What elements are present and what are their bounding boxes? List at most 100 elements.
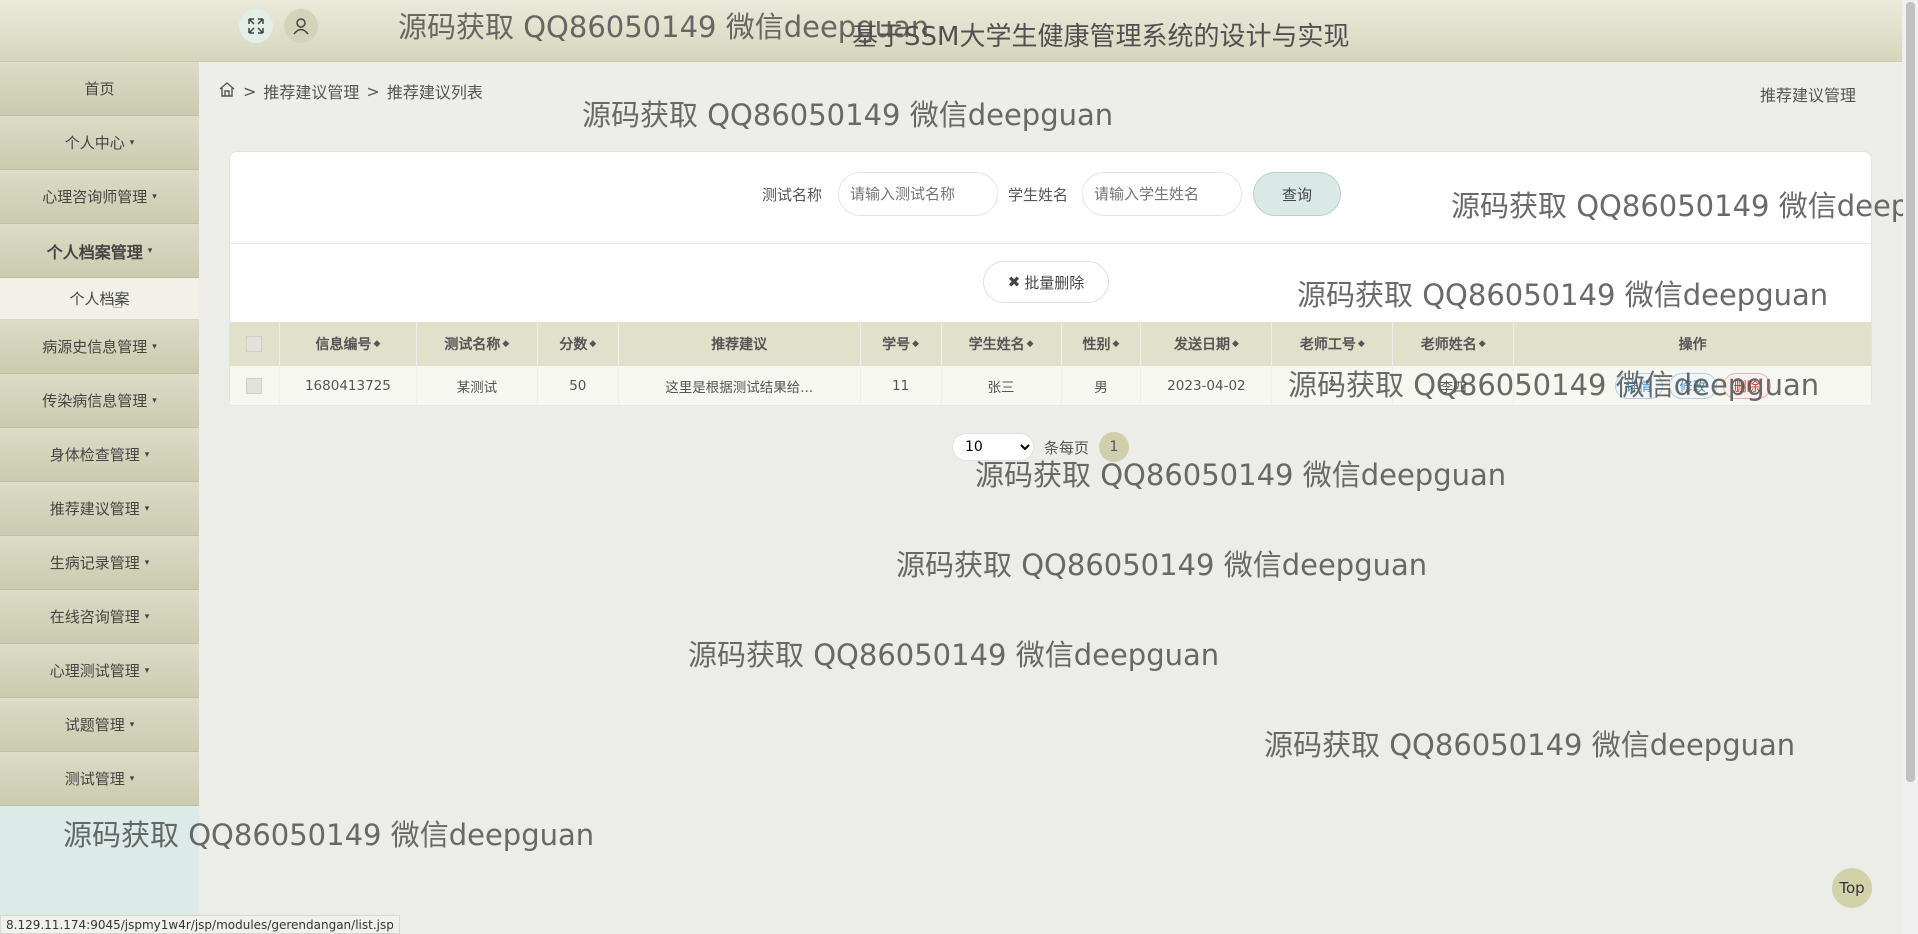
caret-down-icon: ▾ [144, 449, 150, 460]
search-form: 测试名称 学生姓名 查询 [230, 152, 1871, 244]
row-checkbox[interactable] [246, 377, 263, 394]
col-header-date[interactable]: 发送日期 ◆ [1141, 322, 1273, 366]
cell-date: 2023-04-02 [1141, 366, 1273, 405]
sidebar-item-label: 个人中心 [64, 134, 125, 152]
student-name-input[interactable] [1082, 172, 1242, 216]
breadcrumb: > 推荐建议管理 > 推荐建议列表 推荐建议管理 [199, 62, 1902, 120]
sidebar-item-label: 首页 [84, 80, 115, 98]
breadcrumb-separator: > [243, 81, 257, 101]
col-label: 性别 [1082, 337, 1111, 353]
query-button[interactable]: 查询 [1253, 172, 1341, 216]
col-header-teacher-no[interactable]: 老师工号 ◆ [1272, 322, 1394, 366]
sort-icon: ◆ [1026, 339, 1034, 349]
col-label: 操作 [1678, 337, 1707, 353]
delete-button[interactable]: 删除 [1722, 372, 1771, 399]
sidebar-item-recommendation[interactable]: 推荐建议管理 ▾ [0, 482, 199, 536]
sidebar-item-label: 心理咨询师管理 [42, 188, 148, 206]
sidebar: 首页 个人中心 ▾ 心理咨询师管理 ▾ 个人档案管理 ▾ 个人档案 病源史信息管理 ▾ … [0, 62, 199, 934]
breadcrumb-separator: > [366, 81, 380, 101]
back-to-top-button[interactable]: Top [1832, 868, 1872, 908]
sidebar-item-label: 生病记录管理 [49, 554, 140, 572]
sidebar-item-counselor[interactable]: 心理咨询师管理 ▾ [0, 170, 199, 224]
caret-down-icon: ▾ [129, 137, 135, 148]
col-header-student-no[interactable]: 学号 ◆ [861, 322, 942, 366]
col-header-score[interactable]: 分数 ◆ [538, 322, 619, 366]
sidebar-item-questions[interactable]: 试题管理 ▾ [0, 698, 199, 752]
user-icon-svg [293, 18, 309, 35]
view-button[interactable]: 详情 [1614, 372, 1663, 399]
top-bar: 基于SSM大学生健康管理系统的设计与实现 [0, 0, 1902, 62]
bulk-delete-button[interactable]: ✖ 批量删除 [983, 261, 1109, 303]
sidebar-item-home[interactable]: 首页 [0, 62, 199, 116]
expand-icon[interactable] [239, 9, 273, 43]
col-header-advice: 推荐建议 [619, 322, 861, 366]
vertical-scrollbar[interactable] [1903, 0, 1918, 934]
caret-down-icon: ▾ [152, 341, 157, 352]
caret-down-icon: ▾ [129, 719, 135, 730]
col-label: 发送日期 [1173, 337, 1230, 353]
sort-icon: ◆ [1231, 339, 1239, 349]
expand-icon-svg [248, 18, 264, 34]
page-size-select[interactable]: 10 [952, 433, 1034, 461]
sort-icon: ◆ [589, 339, 597, 349]
col-label: 老师姓名 [1420, 337, 1477, 353]
select-all-checkbox[interactable] [246, 336, 263, 352]
home-icon[interactable] [218, 81, 236, 102]
data-table: 信息编号 ◆ 测试名称 ◆ 分数 ◆ 推荐建议 学号 ◆ 学生姓名 ◆ 性别 ◆ 发送日期 ◆… [230, 322, 1871, 406]
sidebar-item-label: 个人档案管理 [46, 242, 143, 262]
test-name-input[interactable] [838, 172, 998, 216]
sidebar-item-personal-archive[interactable]: 个人档案管理 ▾ [0, 224, 199, 278]
sidebar-item-infectious[interactable]: 传染病信息管理 ▾ [0, 374, 199, 428]
col-label: 学生姓名 [968, 337, 1025, 353]
cell-student-no: 11 [861, 366, 942, 405]
breadcrumb-level2: 推荐建议列表 [386, 83, 483, 102]
sidebar-item-tests[interactable]: 测试管理 ▾ [0, 752, 199, 806]
breadcrumb-level1[interactable]: 推荐建议管理 [263, 79, 359, 103]
scrollbar-thumb[interactable] [1906, 2, 1915, 782]
sidebar-item-psych-test[interactable]: 心理测试管理 ▾ [0, 644, 199, 698]
caret-down-icon: ▾ [152, 191, 157, 202]
col-header-actions: 操作 [1514, 322, 1871, 366]
col-header-gender[interactable]: 性别 ◆ [1062, 322, 1142, 366]
page-title: 推荐建议管理 [1759, 86, 1856, 105]
sidebar-subitem-archive[interactable]: 个人档案 [0, 278, 199, 320]
cell-id: 1680413725 [280, 366, 417, 405]
pointer-cursor-icon: ☝ [112, 292, 123, 313]
caret-down-icon: ▾ [147, 245, 153, 256]
sort-icon: ◆ [1112, 339, 1120, 349]
col-label: 信息编号 [315, 337, 372, 353]
sidebar-item-medical-history[interactable]: 病源史信息管理 ▾ [0, 320, 199, 374]
sidebar-item-personal-center[interactable]: 个人中心 ▾ [0, 116, 199, 170]
pagination: 10 条每页 1 [952, 432, 1130, 462]
caret-down-icon: ▾ [144, 503, 150, 514]
cell-student-name: 张三 [942, 366, 1062, 405]
edit-button[interactable]: 修改 [1668, 372, 1717, 399]
col-header-student-name[interactable]: 学生姓名 ◆ [942, 322, 1062, 366]
select-all-cell [230, 322, 280, 366]
sidebar-item-physical-exam[interactable]: 身体检查管理 ▾ [0, 428, 199, 482]
per-page-label: 条每页 [1044, 438, 1090, 457]
bulk-delete-label: 批量删除 [1024, 273, 1085, 292]
sidebar-item-online-consult[interactable]: 在线咨询管理 ▾ [0, 590, 199, 644]
user-icon[interactable] [284, 9, 318, 43]
col-label: 分数 [559, 337, 588, 353]
cell-teacher-no: 2 [1272, 366, 1394, 405]
table-row: 1680413725 某测试 50 这里是根据测试结果给... 11 张三 男 … [230, 366, 1871, 406]
col-header-test-name[interactable]: 测试名称 ◆ [417, 322, 538, 366]
col-label: 推荐建议 [711, 337, 768, 353]
sort-icon: ◆ [373, 339, 381, 349]
col-header-id[interactable]: 信息编号 ◆ [280, 322, 417, 366]
page-number-current[interactable]: 1 [1099, 432, 1130, 462]
col-header-teacher-name[interactable]: 老师姓名 ◆ [1393, 322, 1515, 366]
sidebar-item-label: 试题管理 [64, 716, 125, 734]
sidebar-item-illness-record[interactable]: 生病记录管理 ▾ [0, 536, 199, 590]
sort-icon: ◆ [502, 339, 510, 349]
cell-teacher-name: 李四 [1393, 366, 1515, 405]
col-label: 测试名称 [444, 337, 501, 353]
watermark-text: 源码获取 QQ86050149 微信deepguan [688, 638, 1220, 672]
table-header: 信息编号 ◆ 测试名称 ◆ 分数 ◆ 推荐建议 学号 ◆ 学生姓名 ◆ 性别 ◆ 发送日期 ◆… [230, 322, 1871, 366]
sidebar-item-label: 推荐建议管理 [49, 500, 140, 518]
cell-actions: 详情 修改 删除 [1514, 366, 1871, 405]
watermark-text: 源码获取 QQ86050149 微信deepguan [896, 548, 1428, 582]
row-select-cell [230, 366, 280, 405]
